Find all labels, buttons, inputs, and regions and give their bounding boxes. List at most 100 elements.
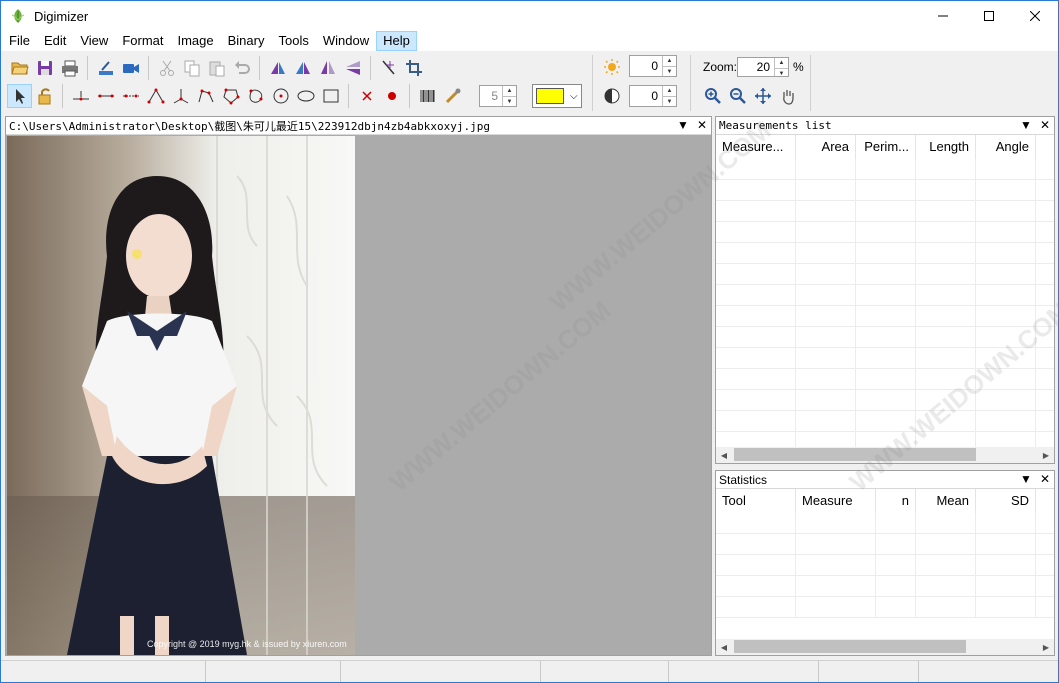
paste-icon[interactable]	[204, 56, 229, 80]
menu-tools[interactable]: Tools	[271, 31, 315, 51]
distance-tool-icon[interactable]	[118, 84, 143, 108]
chevron-left-icon[interactable]: ◀	[716, 451, 732, 460]
app-window: Digimizer File Edit View Format Image Bi…	[0, 0, 1059, 683]
column-header[interactable]: Length	[916, 135, 976, 159]
table-row	[716, 180, 1054, 201]
scanner-icon[interactable]	[93, 56, 118, 80]
ellipse-tool-icon[interactable]	[293, 84, 318, 108]
menu-view[interactable]: View	[73, 31, 115, 51]
measurements-scrollbar[interactable]: ◀ ▶	[716, 447, 1054, 463]
rectangle-tool-icon[interactable]	[318, 84, 343, 108]
toolbar-row-2	[7, 81, 465, 111]
menu-bar: File Edit View Format Image Binary Tools…	[1, 31, 1058, 51]
circle-tool-icon[interactable]	[268, 84, 293, 108]
menu-image[interactable]: Image	[170, 31, 220, 51]
image-path: C:\Users\Administrator\Desktop\截图\朱可儿最近1…	[9, 119, 490, 133]
copy-icon[interactable]	[179, 56, 204, 80]
length-tool-icon[interactable]	[93, 84, 118, 108]
line-width-icon[interactable]	[440, 84, 465, 108]
column-header[interactable]: Angle	[976, 135, 1036, 159]
marker-tool-icon[interactable]	[68, 84, 93, 108]
minimize-button[interactable]	[920, 1, 966, 31]
crop-icon[interactable]	[401, 56, 426, 80]
statistics-scrollbar[interactable]: ◀ ▶	[716, 639, 1054, 655]
close-button[interactable]	[1012, 1, 1058, 31]
close-icon[interactable]: ✕	[697, 118, 707, 132]
contrast-icon	[599, 84, 624, 108]
menu-binary[interactable]: Binary	[221, 31, 272, 51]
cut-icon[interactable]	[154, 56, 179, 80]
column-header[interactable]: SD	[976, 489, 1036, 513]
rotate-right-icon[interactable]	[290, 56, 315, 80]
pane-menu-icon[interactable]: ▼	[1020, 118, 1032, 132]
freehand-tool-icon[interactable]	[243, 84, 268, 108]
zoom-in-icon[interactable]	[700, 84, 725, 108]
barcode-icon[interactable]	[415, 84, 440, 108]
title-bar: Digimizer	[1, 1, 1058, 31]
delete-icon[interactable]	[354, 84, 379, 108]
chevron-down-icon[interactable]: ▼	[663, 66, 676, 77]
open-folder-icon[interactable]	[7, 56, 32, 80]
table-row	[716, 222, 1054, 243]
pane-menu-icon[interactable]: ▼	[1020, 472, 1032, 486]
flip-vertical-icon[interactable]	[340, 56, 365, 80]
scroll-thumb[interactable]	[734, 640, 966, 653]
close-icon[interactable]: ✕	[1040, 118, 1050, 132]
rotate-left-icon[interactable]	[265, 56, 290, 80]
flip-horizontal-icon[interactable]	[315, 56, 340, 80]
polyline-tool-icon[interactable]	[193, 84, 218, 108]
save-icon[interactable]	[32, 56, 57, 80]
column-header[interactable]: Perim...	[856, 135, 916, 159]
menu-window[interactable]: Window	[316, 31, 376, 51]
table-row	[716, 369, 1054, 390]
move-icon[interactable]	[750, 84, 775, 108]
chevron-down-icon[interactable]: ▼	[775, 68, 788, 79]
table-row	[716, 201, 1054, 222]
chevron-up-icon[interactable]: ▲	[663, 86, 676, 96]
column-header[interactable]: Mean	[916, 489, 976, 513]
undo-icon[interactable]	[229, 56, 254, 80]
print-icon[interactable]	[57, 56, 82, 80]
zoom-stepper[interactable]: 20 ▲ ▼	[737, 57, 789, 77]
column-header[interactable]: Measure	[796, 489, 876, 513]
hand-pan-icon[interactable]	[775, 84, 800, 108]
brightness-stepper[interactable]: 0 ▲ ▼	[629, 55, 677, 77]
scroll-thumb[interactable]	[734, 448, 976, 461]
chevron-right-icon[interactable]: ▶	[1038, 643, 1054, 652]
polygon-tool-icon[interactable]	[218, 84, 243, 108]
column-header[interactable]: n	[876, 489, 916, 513]
chevron-down-icon: ⌵	[570, 90, 578, 102]
loaded-image[interactable]: Copyright @ 2019 myg.hk & issued by xiur…	[7, 136, 355, 655]
chevron-up-icon[interactable]: ▲	[663, 56, 676, 66]
calibrate-icon[interactable]	[376, 56, 401, 80]
chevron-down-icon[interactable]: ▼	[663, 96, 676, 107]
pane-menu-icon[interactable]: ▼	[677, 118, 689, 132]
select-arrow-icon[interactable]	[7, 84, 32, 108]
angle3-tool-icon[interactable]	[168, 84, 193, 108]
menu-file[interactable]: File	[2, 31, 37, 51]
lock-icon[interactable]	[32, 84, 57, 108]
chevron-up-icon[interactable]: ▲	[775, 58, 788, 68]
table-row	[716, 264, 1054, 285]
column-header[interactable]: Tool	[716, 489, 796, 513]
zoom-out-icon[interactable]	[725, 84, 750, 108]
camera-icon[interactable]	[118, 56, 143, 80]
close-icon[interactable]: ✕	[1040, 472, 1050, 486]
menu-help[interactable]: Help	[376, 31, 417, 51]
chevron-right-icon[interactable]: ▶	[1038, 451, 1054, 460]
column-header[interactable]: Measure...	[716, 135, 796, 159]
contrast-stepper[interactable]: 0 ▲ ▼	[629, 85, 677, 107]
color-picker[interactable]: ⌵	[532, 84, 582, 108]
point-icon[interactable]	[379, 84, 404, 108]
chevron-left-icon[interactable]: ◀	[716, 643, 732, 652]
angle-tool-icon[interactable]	[143, 84, 168, 108]
chevron-up-icon[interactable]: ▲	[503, 86, 516, 96]
table-row	[716, 327, 1054, 348]
zoom-label: Zoom:	[703, 60, 738, 74]
maximize-button[interactable]	[966, 1, 1012, 31]
menu-format[interactable]: Format	[115, 31, 170, 51]
line-width-stepper[interactable]: 5 ▲ ▼	[479, 85, 517, 107]
chevron-down-icon[interactable]: ▼	[503, 96, 516, 107]
menu-edit[interactable]: Edit	[37, 31, 73, 51]
column-header[interactable]: Area	[796, 135, 856, 159]
